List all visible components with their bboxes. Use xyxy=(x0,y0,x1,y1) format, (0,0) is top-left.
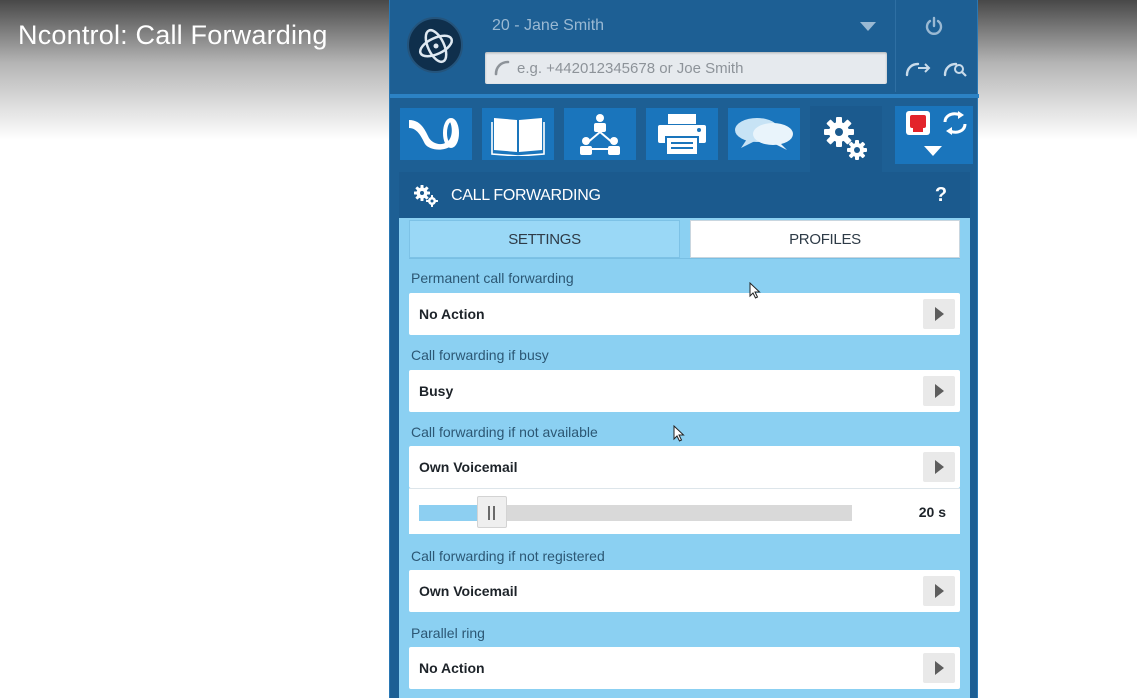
permanent-forwarding-value: No Action xyxy=(419,306,485,322)
chevron-right-icon[interactable] xyxy=(923,576,955,606)
call-search-icon xyxy=(943,62,967,77)
nav-tile-fax[interactable] xyxy=(646,108,718,160)
nav-tile-extra xyxy=(895,106,973,164)
power-button[interactable] xyxy=(902,10,966,42)
search-input[interactable] xyxy=(517,52,877,84)
mouse-cursor-icon xyxy=(749,282,761,299)
tab-settings[interactable]: SETTINGS xyxy=(409,220,680,258)
panel-title: CALL FORWARDING xyxy=(451,187,601,204)
header-divider xyxy=(895,0,896,92)
nav-tile-phonebook[interactable] xyxy=(482,108,554,160)
timeout-slider-fill xyxy=(419,505,478,521)
panel-header: CALL FORWARDING ? xyxy=(399,172,970,218)
call-transfer-icon xyxy=(905,62,931,77)
power-icon xyxy=(925,16,943,35)
user-select[interactable]: 20 - Jane Smith xyxy=(486,10,880,42)
phonebook-icon xyxy=(491,118,545,156)
ncontrol-app: 20 - Jane Smith e.g. +442012345678 or Jo… xyxy=(389,0,979,698)
help-button[interactable]: ? xyxy=(926,182,956,208)
timeout-slider-handle[interactable] xyxy=(477,496,507,528)
call-transfer-button[interactable] xyxy=(898,52,938,84)
timeout-slider-row: 20 s xyxy=(409,488,960,534)
chevron-right-icon[interactable] xyxy=(923,376,955,406)
header-bottom-bar xyxy=(390,94,979,98)
search-box[interactable] xyxy=(485,52,887,84)
presence-status-button[interactable] xyxy=(905,110,931,136)
not-registered-forwarding-select[interactable]: Own Voicemail xyxy=(409,570,960,612)
not-available-forwarding-label: Call forwarding if not available xyxy=(411,424,598,440)
phone-handset-icon xyxy=(494,60,510,76)
chat-icon xyxy=(735,118,793,150)
horn-icon xyxy=(409,118,459,150)
busy-forwarding-label: Call forwarding if busy xyxy=(411,347,549,363)
network-icon xyxy=(580,114,620,155)
nav-tile-network[interactable] xyxy=(564,108,636,160)
chevron-right-icon[interactable] xyxy=(923,452,955,482)
not-registered-forwarding-value: Own Voicemail xyxy=(419,583,518,599)
chevron-down-icon xyxy=(860,22,876,31)
busy-forwarding-select[interactable]: Busy xyxy=(409,370,960,412)
not-available-forwarding-select[interactable]: Own Voicemail xyxy=(409,446,960,488)
timeout-value: 20 s xyxy=(918,504,946,520)
nav-tile-horn[interactable] xyxy=(400,108,472,160)
parallel-ring-select[interactable]: No Action xyxy=(409,647,960,689)
nav-tile-chat[interactable] xyxy=(728,108,800,160)
fax-icon xyxy=(658,114,706,156)
chevron-right-icon[interactable] xyxy=(923,299,955,329)
video-title: Ncontrol: Call Forwarding xyxy=(18,20,328,50)
not-registered-forwarding-label: Call forwarding if not registered xyxy=(411,548,605,564)
not-available-forwarding-value: Own Voicemail xyxy=(419,459,518,475)
tabs-divider xyxy=(409,258,960,259)
parallel-ring-label: Parallel ring xyxy=(411,625,485,641)
app-logo xyxy=(407,17,463,73)
refresh-icon[interactable] xyxy=(941,110,969,136)
more-menu-chevron-down-icon[interactable] xyxy=(923,144,943,158)
parallel-ring-value: No Action xyxy=(419,660,485,676)
nav-tile-settings[interactable] xyxy=(810,106,882,172)
permanent-forwarding-label: Permanent call forwarding xyxy=(411,270,574,286)
settings-gears-small-icon xyxy=(414,185,438,207)
user-select-value: 20 - Jane Smith xyxy=(492,17,605,34)
chevron-right-icon[interactable] xyxy=(923,653,955,683)
busy-forwarding-value: Busy xyxy=(419,383,454,399)
atom-logo-icon xyxy=(418,28,454,64)
tab-profiles[interactable]: PROFILES xyxy=(690,220,960,258)
mouse-cursor-icon xyxy=(673,425,685,442)
permanent-forwarding-select[interactable]: No Action xyxy=(409,293,960,335)
settings-gears-icon xyxy=(824,117,867,160)
panel-tabs: SETTINGS PROFILES xyxy=(409,220,960,258)
call-search-button[interactable] xyxy=(936,52,976,84)
